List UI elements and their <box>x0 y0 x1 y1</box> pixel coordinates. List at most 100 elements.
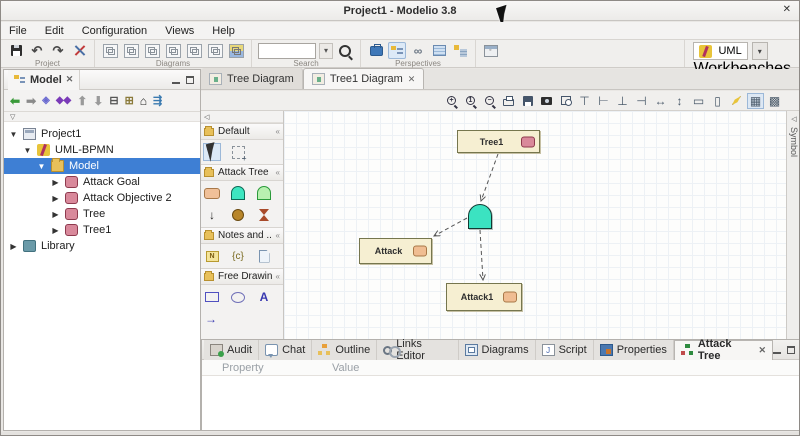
document-tool[interactable] <box>255 247 273 265</box>
tree-item-attack-goal[interactable]: ▶ Attack Goal <box>4 174 200 190</box>
palette-section-default[interactable]: Default « <box>201 123 283 140</box>
collapse-all-icon[interactable]: ⊟ <box>109 94 118 107</box>
snapshot-button[interactable] <box>538 93 555 109</box>
distribute-horizontal-button[interactable]: ↔ <box>652 93 669 109</box>
text-tool[interactable]: A <box>255 288 273 306</box>
menu-edit[interactable]: Edit <box>45 25 64 37</box>
tab-close-icon[interactable]: ✕ <box>758 345 766 356</box>
related-all-icon[interactable]: ◆◆ <box>56 95 71 106</box>
palette-section-notes[interactable]: Notes and ... « <box>201 227 283 244</box>
property-table-body[interactable] <box>202 376 799 430</box>
search-input[interactable] <box>258 42 316 59</box>
panel-minimize-button[interactable] <box>172 76 180 84</box>
tab-outline[interactable]: Outline <box>312 339 378 360</box>
zoom-out-button[interactable]: − <box>481 93 498 109</box>
matrix-button[interactable] <box>227 42 245 59</box>
column-property[interactable]: Property <box>202 362 332 374</box>
window-close-button[interactable]: ✕ <box>783 4 791 15</box>
distribute-vertical-button[interactable]: ↕ <box>671 93 688 109</box>
tab-links-editor[interactable]: Links Editor <box>377 338 459 362</box>
treegrid-perspective-button[interactable] <box>451 42 469 59</box>
model-tab-close-icon[interactable]: ✕ <box>66 74 74 85</box>
redo-button[interactable]: ↷ <box>49 42 67 59</box>
tab-chat[interactable]: Chat <box>259 339 313 360</box>
and-gate-node[interactable] <box>468 204 492 229</box>
actor-diagram-button[interactable] <box>185 42 203 59</box>
tree-item-attack-objective-2[interactable]: ▶ Attack Objective 2 <box>4 190 200 206</box>
class-diagram-button[interactable] <box>101 42 119 59</box>
window-options-button[interactable] <box>482 43 500 60</box>
search-button[interactable] <box>336 42 354 59</box>
table-perspective-button[interactable] <box>430 42 448 59</box>
tab-properties[interactable]: Properties <box>593 339 674 360</box>
tree-item-model[interactable]: ▼ Model <box>4 158 200 174</box>
align-right-button[interactable]: ⊣ <box>633 93 650 109</box>
transfer-node-tool[interactable] <box>255 206 273 224</box>
ellipse-tool[interactable] <box>229 288 247 306</box>
tree-item-tree[interactable]: ▶ Tree <box>4 206 200 222</box>
format-button[interactable] <box>728 93 745 109</box>
fit-to-window-button[interactable] <box>557 93 574 109</box>
tab-audit[interactable]: Audit <box>204 339 260 360</box>
counter-node-tool[interactable] <box>229 206 247 224</box>
menu-help[interactable]: Help <box>212 25 235 37</box>
line-tool[interactable]: → <box>203 310 281 328</box>
tab-script[interactable]: J Script <box>535 339 594 360</box>
node-attack1[interactable]: Attack1 <box>446 283 522 311</box>
zoom-actual-button[interactable]: 1 <box>462 93 479 109</box>
attack-node-tool[interactable] <box>203 184 221 202</box>
align-top-button[interactable]: ⊤ <box>576 93 593 109</box>
configure-icon[interactable]: ⇶ <box>153 94 162 107</box>
expand-arrow[interactable]: ▼ <box>23 146 32 155</box>
menu-configuration[interactable]: Configuration <box>82 25 147 37</box>
activity-diagram-button[interactable] <box>122 42 140 59</box>
palette-section-free-drawing[interactable]: Free Drawing « <box>201 268 283 285</box>
expand-arrow[interactable]: ▼ <box>9 130 18 139</box>
links-perspective-button[interactable]: ∞ <box>409 42 427 59</box>
workspace-button[interactable] <box>367 42 385 59</box>
note-tool[interactable]: N <box>203 247 221 265</box>
node-attack[interactable]: Attack <box>359 238 432 264</box>
align-left-button[interactable]: ⊢ <box>595 93 612 109</box>
model-perspective-button[interactable] <box>388 42 406 59</box>
workbench-dropdown-button[interactable]: ▾ <box>751 42 768 60</box>
grid-button[interactable]: ▦ <box>747 92 764 109</box>
undo-button[interactable]: ↶ <box>28 42 46 59</box>
tab-tree-diagram[interactable]: Tree Diagram <box>201 68 303 89</box>
symbol-tab-label[interactable]: Symbol <box>789 127 799 157</box>
related-icon[interactable]: ◈ <box>42 95 50 106</box>
palette-section-attack-tree[interactable]: Attack Tree « <box>201 164 283 181</box>
connector-tool[interactable]: ↓ <box>203 206 221 224</box>
select-tool[interactable] <box>203 142 221 162</box>
deployment-diagram-button[interactable] <box>206 42 224 59</box>
palette-collapse-button[interactable]: ◁ <box>201 111 283 123</box>
expand-arrow[interactable]: ▶ <box>51 226 60 235</box>
tree-item-uml-bpmn[interactable]: ▼ UML-BPMN <box>4 142 200 158</box>
expand-arrow[interactable]: ▼ <box>37 162 46 171</box>
align-bottom-button[interactable]: ⊥ <box>614 93 631 109</box>
workbench-select[interactable]: UML <box>693 42 748 60</box>
tab-tree1-diagram[interactable]: Tree1 Diagram ✕ <box>302 68 425 89</box>
menu-views[interactable]: Views <box>165 25 194 37</box>
zoom-in-button[interactable]: + <box>443 93 460 109</box>
tools-button[interactable] <box>70 42 88 59</box>
view-menu-icon[interactable]: ▽ <box>10 113 15 121</box>
back-icon[interactable]: ⬅ <box>10 94 20 108</box>
composite-diagram-button[interactable] <box>164 42 182 59</box>
forward-icon[interactable]: ➡ <box>26 94 36 108</box>
expand-arrow[interactable]: ▶ <box>9 242 18 251</box>
panel-maximize-button[interactable] <box>186 75 194 84</box>
search-dropdown-button[interactable]: ▾ <box>319 42 333 59</box>
move-up-icon[interactable]: ⬆ <box>77 94 87 108</box>
tab-close-icon[interactable]: ✕ <box>408 74 416 85</box>
expand-arrow[interactable]: ▶ <box>51 210 60 219</box>
tree-item-tree1[interactable]: ▶ Tree1 <box>4 222 200 238</box>
marquee-tool[interactable] <box>229 143 247 163</box>
snap-button[interactable]: ▩ <box>766 93 783 109</box>
same-width-button[interactable]: ▭ <box>690 93 707 109</box>
bottom-panel-minimize-button[interactable] <box>773 346 781 354</box>
column-value[interactable]: Value <box>332 362 359 374</box>
usecase-diagram-button[interactable] <box>143 42 161 59</box>
save-button[interactable] <box>7 42 25 59</box>
expand-symbol-icon[interactable]: ◁ <box>791 115 796 123</box>
